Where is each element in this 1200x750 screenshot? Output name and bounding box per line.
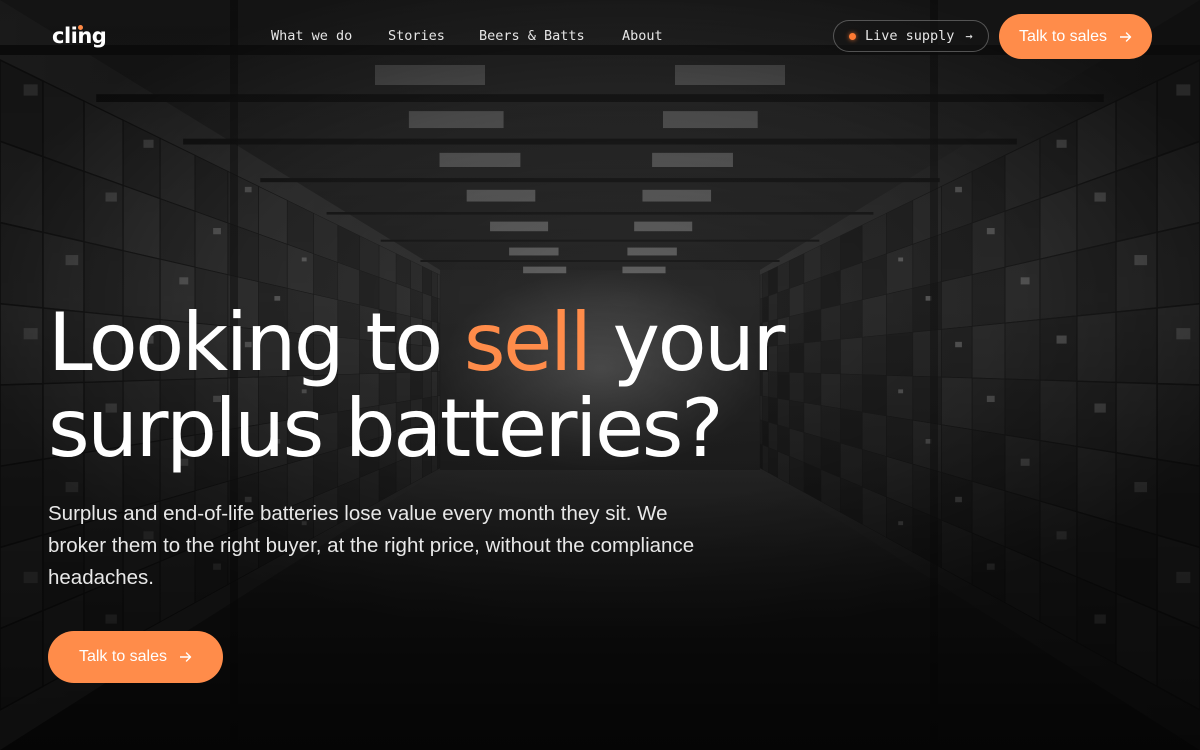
nav-item-what-we-do[interactable]: What we do (271, 26, 352, 46)
arrow-right-icon (180, 652, 192, 662)
cta-label: Talk to sales (1018, 27, 1108, 45)
nav-item-stories[interactable]: Stories (388, 26, 445, 46)
logo-accent-dot (78, 25, 83, 30)
arrow-right-icon (1120, 31, 1132, 42)
cta-label: Talk to sales (78, 648, 168, 665)
live-supply-button[interactable]: Live supply → (833, 20, 989, 52)
hero-title: Looking to sell your surplus batteries? (48, 300, 1048, 472)
hero-title-part1: Looking to (48, 296, 464, 389)
hero-subtitle: Surplus and end-of-life batteries lose v… (48, 502, 695, 589)
hero-title-accent: sell (463, 296, 592, 389)
hero-title-part2: your (589, 296, 786, 389)
nav-item-beers-and-batts[interactable]: Beers & Batts (479, 26, 585, 46)
site-header: cling What we do Stories Beers & Batts A… (0, 0, 1200, 72)
talk-to-sales-button-header[interactable]: Talk to sales (999, 14, 1152, 59)
arrow-right-icon: → (965, 29, 973, 43)
nav-item-about[interactable]: About (622, 26, 663, 46)
logo[interactable]: cling (52, 22, 107, 50)
live-indicator-icon (849, 32, 856, 40)
hero-title-line2: surplus batteries? (48, 382, 724, 475)
live-supply-label: Live supply (865, 28, 955, 44)
talk-to-sales-button-hero[interactable]: Talk to sales (48, 631, 223, 683)
